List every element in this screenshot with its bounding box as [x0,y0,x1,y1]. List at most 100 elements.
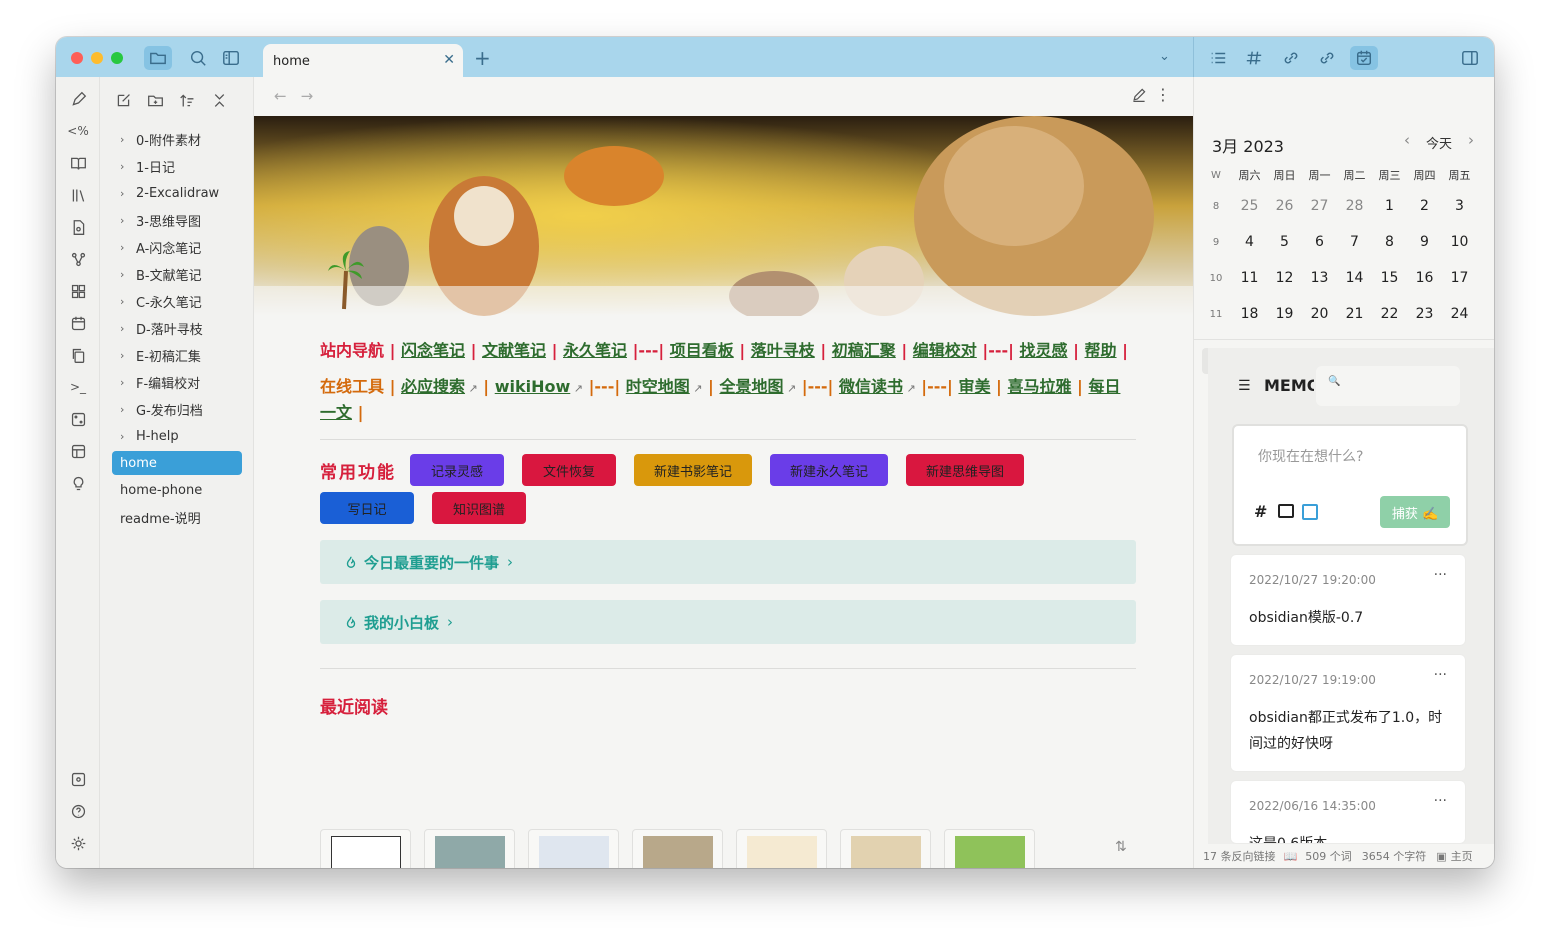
calendar-day[interactable]: 10 [1442,234,1477,250]
layout-icon[interactable] [67,440,89,462]
tool-link[interactable]: 审美 [958,377,990,396]
calendar-day[interactable]: 8 [1372,234,1407,250]
nav-link[interactable]: 帮助 [1085,341,1117,360]
file-item[interactable]: home-phone [112,478,242,502]
nav-link[interactable]: 找灵感 [1020,341,1068,360]
quick-action-button[interactable]: 写日记 [320,492,414,524]
tags-button[interactable] [1240,46,1268,70]
dice-icon[interactable] [67,408,89,430]
templater-icon[interactable]: <% [67,120,89,142]
memo-input[interactable]: 你现在在想什么? [1258,446,1363,466]
edit-icon[interactable] [1131,87,1147,103]
quick-action-button[interactable]: 新建书影笔记 [634,454,753,486]
chevron-left-icon[interactable]: ‹ [1404,131,1410,149]
calendar-day[interactable]: 6 [1302,234,1337,250]
book-cover[interactable] [528,829,619,868]
calendar-button[interactable] [1350,46,1378,70]
today-button[interactable]: 今天 [1426,133,1452,152]
tool-link[interactable]: 微信读书 [839,377,903,396]
calendar-day[interactable]: 2 [1407,198,1442,214]
calendar-day[interactable]: 5 [1267,234,1302,250]
calendar-day[interactable]: 28 [1337,198,1372,214]
close-icon[interactable]: ✕ [443,52,455,68]
calendar-day[interactable]: 1 [1372,198,1407,214]
calendar-day[interactable]: 16 [1407,270,1442,286]
folder-item[interactable]: › A-闪念笔记 [112,235,242,259]
folder-item[interactable]: › E-初稿汇集 [112,343,242,367]
quick-action-button[interactable]: 文件恢复 [522,454,616,486]
nav-link[interactable]: 落叶寻枝 [751,341,815,360]
calendar-day[interactable]: 25 [1232,198,1267,214]
quick-action-button[interactable]: 新建思维导图 [906,454,1025,486]
capture-button[interactable]: 捕获 ✍️ [1380,496,1450,528]
folder-item[interactable]: › D-落叶寻枝 [112,316,242,340]
sort-arrows-icon[interactable]: ⇅ [1115,839,1127,855]
tag-icon[interactable]: # [1254,502,1267,521]
nav-link[interactable]: 文献笔记 [482,341,546,360]
help-icon[interactable] [67,800,89,822]
calendar-day[interactable]: 26 [1267,198,1302,214]
pen-icon[interactable] [67,88,89,110]
calendar-day[interactable]: 3 [1442,198,1477,214]
terminal-icon[interactable]: >_ [67,376,89,398]
calendar-day[interactable]: 19 [1267,306,1302,322]
quick-action-button[interactable]: 新建永久笔记 [770,454,889,486]
folder-item[interactable]: › 0-附件素材 [112,127,242,151]
memo-card[interactable]: 2022/10/27 19:19:00 ··· obsidian都正式发布了1.… [1230,654,1466,772]
file-item[interactable]: home [112,451,242,475]
book-cover[interactable] [632,829,723,868]
new-folder-icon[interactable] [146,91,164,109]
calendar-day[interactable]: 23 [1407,306,1442,322]
nav-link[interactable]: 永久笔记 [563,341,627,360]
chevron-down-icon[interactable]: ⌄ [1159,49,1170,64]
file-explorer-toggle[interactable] [144,46,172,70]
book-cover[interactable] [840,829,931,868]
tab-home[interactable]: home ✕ [263,44,463,77]
lightbulb-icon[interactable] [67,472,89,494]
tool-link[interactable]: 喜马拉雅 [1007,377,1071,396]
library-icon[interactable] [67,184,89,206]
new-tab-button[interactable]: + [474,46,491,70]
new-note-icon[interactable] [114,91,132,109]
close-window-button[interactable] [71,52,83,64]
callout-whiteboard[interactable]: 我的小白板 › [320,600,1136,644]
outline-button[interactable] [1204,46,1232,70]
calendar-day[interactable]: 11 [1232,270,1267,286]
chevron-right-icon[interactable]: › [1468,131,1474,149]
book-cover[interactable] [424,829,515,868]
nav-link[interactable]: 项目看板 [670,341,734,360]
calendar-day[interactable]: 21 [1337,306,1372,322]
nav-link[interactable]: 闪念笔记 [401,341,465,360]
tool-link[interactable]: 全景地图 [719,377,783,396]
forward-arrow-icon[interactable]: → [301,87,314,105]
quick-action-button[interactable]: 记录灵感 [410,454,504,486]
nav-link[interactable]: 初稿汇聚 [832,341,896,360]
calendar-day[interactable]: 18 [1232,306,1267,322]
more-options-icon[interactable]: ··· [1434,667,1447,683]
folder-item[interactable]: › 1-日记 [112,154,242,178]
file-item[interactable]: readme-说明 [112,505,242,529]
calendar-day[interactable]: 22 [1372,306,1407,322]
graph-icon[interactable] [67,248,89,270]
search-button[interactable] [184,46,212,70]
tool-link[interactable]: 时空地图 [626,377,690,396]
tool-link[interactable]: wikiHow [495,377,571,396]
calendar-day[interactable]: 14 [1337,270,1372,286]
maximize-window-button[interactable] [111,52,123,64]
image-icon[interactable] [1278,504,1294,518]
vault-icon[interactable] [67,768,89,790]
calendar-day[interactable]: 20 [1302,306,1337,322]
menu-icon[interactable]: ☰ [1238,378,1251,394]
calendar-day[interactable]: 9 [1407,234,1442,250]
copy-icon[interactable] [67,344,89,366]
list-icon[interactable] [1302,504,1318,520]
folder-item[interactable]: › G-发布归档 [112,397,242,421]
calendar-day[interactable]: 17 [1442,270,1477,286]
calendar-icon[interactable] [67,312,89,334]
sort-icon[interactable] [178,91,196,109]
folder-item[interactable]: › B-文献笔记 [112,262,242,286]
backlinks-button[interactable] [1313,46,1341,70]
quick-action-button[interactable]: 知识图谱 [432,492,526,524]
folder-item[interactable]: › C-永久笔记 [112,289,242,313]
book-cover[interactable] [944,829,1035,868]
